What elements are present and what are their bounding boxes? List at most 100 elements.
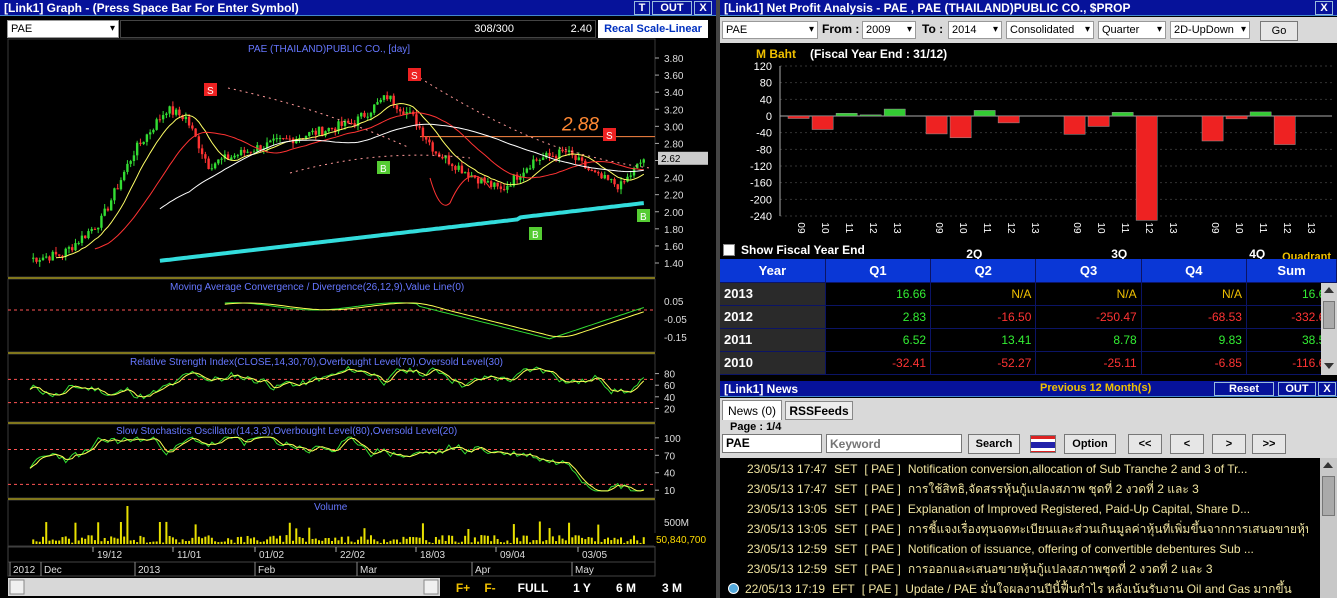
volume-bar (376, 541, 379, 544)
profit-bar (1063, 115, 1086, 135)
graph-scrollbar[interactable] (8, 578, 440, 596)
show-fiscal-checkbox[interactable] (723, 244, 735, 256)
quarter-select[interactable]: Quarter (1098, 21, 1166, 39)
scroll-down-arrow-icon[interactable] (1324, 363, 1334, 369)
candle-body (457, 165, 460, 170)
candle-body (554, 156, 558, 159)
news-option-button[interactable]: Option (1064, 434, 1116, 454)
news-item[interactable]: 22/05/13 17:19 EFT [ PAE ] Update / PAE มั่… (728, 579, 1308, 598)
volume-bar (480, 535, 483, 544)
profit-symbol-select[interactable]: PAE (722, 21, 818, 39)
news-item[interactable]: 23/05/13 17:47 SET [ PAE ] การใช้สิทธิ,จัดส… (728, 479, 1308, 499)
volume-bar (165, 521, 168, 544)
candle-body (408, 111, 412, 113)
graph-t-button[interactable]: T (634, 1, 650, 15)
profit-bar (1135, 115, 1158, 221)
candle-body (551, 155, 555, 157)
volume-bar (67, 538, 70, 544)
candle-body (308, 132, 311, 136)
y-tick-label: -240 (750, 211, 772, 223)
candle-body (502, 188, 506, 190)
news-close-button[interactable]: X (1318, 382, 1336, 396)
footer-btn-3[interactable]: 1 Y (566, 580, 598, 596)
go-button[interactable]: Go (1260, 21, 1298, 41)
from-year-select[interactable]: 2009 (862, 21, 916, 39)
chart-view-select[interactable]: 2D-UpDown (1170, 21, 1250, 39)
volume-bar (499, 542, 502, 544)
graph-out-button[interactable]: OUT (652, 1, 692, 15)
news-item[interactable]: 23/05/13 13:05 SET [ PAE ] การชี้แจงเรื่องท… (728, 519, 1308, 539)
candle-body (567, 150, 571, 152)
volume-bar (379, 542, 382, 544)
candle-body (623, 181, 626, 183)
x-tick-label: 12 (1005, 222, 1016, 234)
news-scroll-thumb[interactable] (1322, 476, 1335, 516)
scroll-up-arrow-icon[interactable] (1324, 287, 1334, 293)
consolidated-select[interactable]: Consolidated (1006, 21, 1094, 39)
volume-bar (366, 539, 369, 544)
news-item[interactable]: 23/05/13 12:59 SET [ PAE ] การออกและเสนอขาย… (728, 559, 1308, 579)
footer-btn-4[interactable]: 6 M (610, 580, 642, 596)
flag-icon[interactable] (1030, 435, 1056, 453)
volume-bar (538, 521, 541, 544)
sell-signal-label: S (207, 86, 214, 97)
footer-btn-5[interactable]: 3 M (652, 580, 692, 596)
tab-rssfeeds[interactable]: RSSFeeds (785, 401, 853, 420)
volume-bar (181, 539, 184, 544)
news-scrollbar[interactable] (1320, 458, 1337, 598)
news-first-button[interactable]: << (1128, 434, 1162, 454)
profit-bar (859, 114, 882, 117)
graph-scroll-right[interactable] (423, 579, 439, 595)
volume-bar (35, 541, 38, 544)
date-tick-label: 11/01 (177, 550, 202, 561)
profit-close-button[interactable]: X (1315, 1, 1333, 15)
volume-bar (408, 536, 411, 544)
volume-bar (356, 539, 359, 544)
buy-signal-label: B (532, 230, 539, 241)
stock-chart[interactable]: PAE (THAILAND)PUBLIC CO., [day] Moving Av… (0, 38, 716, 598)
to-year-select[interactable]: 2014 (948, 21, 1002, 39)
news-symbol-input[interactable]: PAE (722, 434, 822, 453)
price-tick-label: 3.80 (664, 54, 684, 65)
graph-close-button[interactable]: X (694, 1, 712, 15)
news-scroll-up-icon[interactable] (1323, 462, 1333, 468)
volume-bar (100, 541, 103, 544)
footer-btn-1[interactable]: F- (479, 580, 501, 596)
tab-news[interactable]: News (0) (722, 400, 782, 420)
candle-body (509, 185, 512, 187)
candle-body (434, 151, 438, 154)
table-scrollbar[interactable] (1321, 283, 1337, 375)
volume-bar (616, 539, 619, 544)
news-keyword-input[interactable] (826, 434, 962, 453)
volume-bar (457, 542, 460, 544)
value-cell: -32.41 (825, 351, 932, 375)
news-item[interactable]: 23/05/13 13:05 SET [ PAE ] Explanation of I… (728, 499, 1308, 519)
news-reset-button[interactable]: Reset (1214, 382, 1274, 396)
recal-scale-button[interactable]: Recal Scale-Linear (598, 20, 708, 38)
table-row: 2011 6.52 13.41 8.78 9.83 38.53 (720, 328, 1337, 352)
news-search-button[interactable]: Search (968, 434, 1020, 454)
footer-btn-2[interactable]: FULL (512, 580, 554, 596)
graph-symbol-select[interactable]: PAE (7, 20, 119, 38)
candle-body (207, 158, 210, 169)
news-headline: การชี้แจงเรื่องทุนจดทะเบียนและส่วนเกินมู… (907, 522, 1308, 536)
candle-body (493, 182, 496, 187)
graph-scroll-left[interactable] (9, 579, 25, 595)
scroll-thumb[interactable] (1323, 301, 1335, 329)
volume-bar (74, 522, 77, 544)
news-out-button[interactable]: OUT (1278, 382, 1316, 396)
candle-body (87, 231, 90, 239)
volume-bar (227, 538, 230, 544)
news-prev-button[interactable]: < (1170, 434, 1204, 454)
news-item[interactable]: 23/05/13 12:59 SET [ PAE ] Notification of … (728, 539, 1308, 559)
footer-btn-0[interactable]: F+ (452, 580, 474, 596)
volume-bar (467, 528, 470, 544)
news-next-button[interactable]: > (1212, 434, 1246, 454)
news-last-button[interactable]: >> (1252, 434, 1286, 454)
news-item[interactable]: 23/05/13 17:47 SET [ PAE ] Notification con… (728, 459, 1308, 479)
value-cell: N/A (1035, 282, 1142, 306)
news-headline: การใช้สิทธิ,จัดสรรหุ้นกู้แปลงสภาพ ชุดที่… (907, 482, 1199, 496)
volume-bar (285, 535, 288, 544)
volume-bar (444, 540, 447, 544)
volume-bar (126, 506, 129, 544)
